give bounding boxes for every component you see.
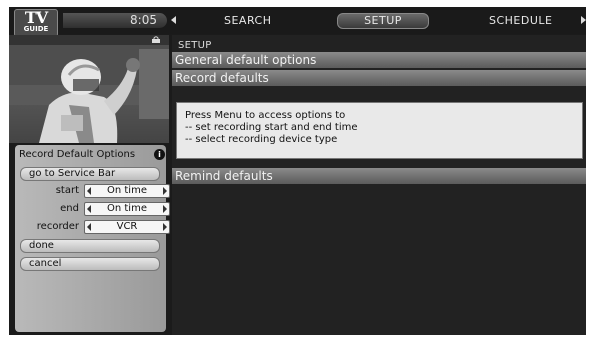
- info-line: Press Menu to access options to: [185, 110, 346, 121]
- end-right-arrow-icon[interactable]: [163, 205, 167, 213]
- lock-icon: [152, 36, 160, 43]
- logo-guide: GUIDE: [23, 25, 49, 33]
- recorder-value: VCR: [116, 221, 138, 232]
- record-default-options-panel: Record Default Options i go to Service B…: [15, 145, 170, 332]
- done-button[interactable]: done: [20, 239, 160, 253]
- start-value: On time: [107, 185, 147, 196]
- go-to-service-bar-button[interactable]: go to Service Bar: [20, 167, 160, 181]
- recorder-selector[interactable]: VCR: [84, 220, 170, 234]
- end-label: end: [60, 203, 79, 214]
- setup-content: SETUP General default options Record def…: [172, 35, 586, 335]
- tab-schedule[interactable]: SCHEDULE: [489, 14, 553, 28]
- nav-right-arrow-icon[interactable]: [581, 16, 586, 24]
- done-label: done: [29, 240, 54, 251]
- breadcrumb: SETUP: [178, 40, 212, 51]
- start-label: start: [55, 185, 79, 196]
- start-left-arrow-icon[interactable]: [87, 187, 91, 195]
- tab-setup[interactable]: SETUP: [337, 13, 429, 29]
- cancel-label: cancel: [29, 258, 62, 269]
- football-player-image: [9, 35, 169, 143]
- tab-search[interactable]: SEARCH: [224, 14, 272, 28]
- recorder-left-arrow-icon[interactable]: [87, 223, 91, 231]
- menu-title: Record Default Options: [19, 149, 136, 160]
- tv-guide-screen: TV GUIDE 8:05 SEARCH SETUP SCHEDULE Reco…: [9, 7, 586, 335]
- tv-guide-logo: TV GUIDE: [14, 9, 58, 37]
- video-preview: [9, 35, 169, 143]
- end-left-arrow-icon[interactable]: [87, 205, 91, 213]
- section-general-default-options[interactable]: General default options: [172, 52, 586, 68]
- end-value: On time: [107, 203, 147, 214]
- clock: 8:05: [63, 13, 167, 28]
- cancel-button[interactable]: cancel: [20, 257, 160, 271]
- section-record-defaults[interactable]: Record defaults: [172, 70, 586, 86]
- info-line: -- select recording device type: [185, 134, 338, 145]
- nav-left-arrow-icon[interactable]: [171, 16, 176, 24]
- section-remind-defaults[interactable]: Remind defaults: [172, 168, 586, 184]
- start-selector[interactable]: On time: [84, 184, 170, 198]
- info-box: Press Menu to access options to -- set r…: [176, 102, 583, 159]
- top-bar: TV GUIDE 8:05 SEARCH SETUP SCHEDULE: [9, 7, 586, 37]
- go-to-service-bar-label: go to Service Bar: [29, 168, 116, 179]
- info-line: -- set recording start and end time: [185, 122, 358, 133]
- end-selector[interactable]: On time: [84, 202, 170, 216]
- start-right-arrow-icon[interactable]: [163, 187, 167, 195]
- preview-top-bar: [9, 35, 169, 45]
- logo-tv: TV: [24, 8, 48, 27]
- recorder-right-arrow-icon[interactable]: [163, 223, 167, 231]
- info-icon: i: [154, 149, 165, 160]
- recorder-label: recorder: [36, 221, 79, 232]
